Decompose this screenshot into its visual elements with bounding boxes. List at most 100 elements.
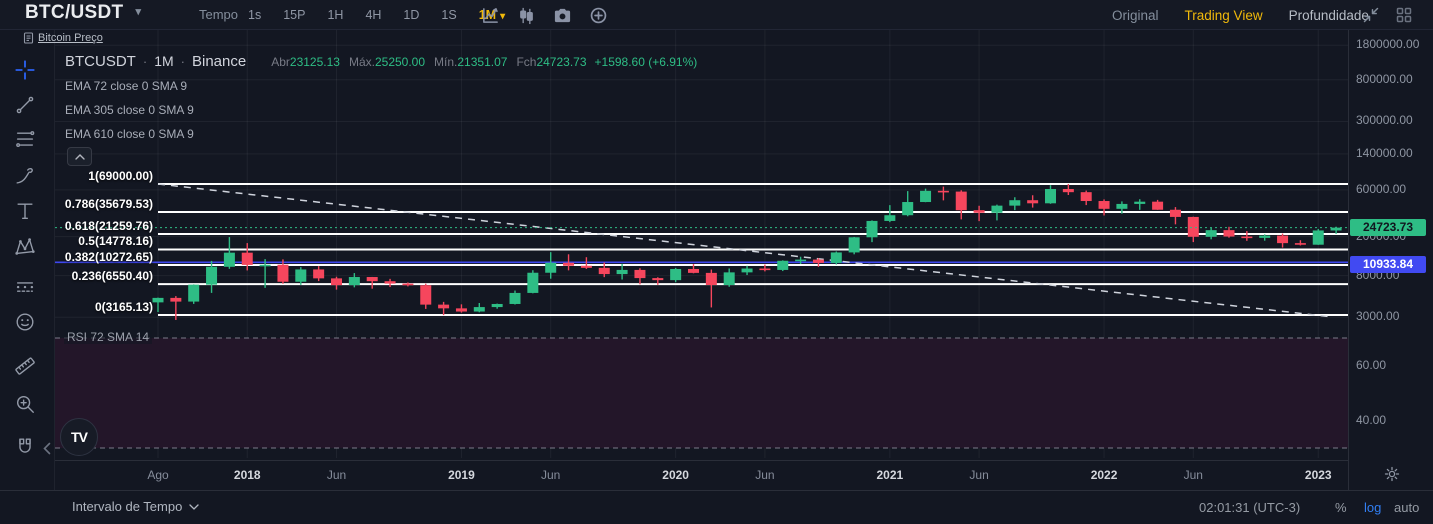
indicator-legend-ema305[interactable]: EMA 305 close 0 SMA 9 — [65, 103, 194, 117]
collapse-arrows-icon — [1363, 7, 1379, 23]
ohlc-label: Fch — [516, 55, 537, 69]
time-tick: 2022 — [1090, 468, 1118, 482]
rsi-tick: 40.00 — [1356, 412, 1387, 427]
chevron-down-icon — [189, 503, 199, 510]
rsi-band — [55, 338, 1348, 448]
time-tick: Ago — [147, 468, 169, 482]
view-tabs: Original Trading View Profundidade — [1112, 0, 1369, 30]
magnet-tool[interactable] — [13, 435, 37, 459]
trading-terminal: BTC/USDT ▾ Tempo 1s 15P 1H 4H 1D 1S 1M ▾ Origina… — [0, 0, 1433, 524]
time-interval-label: Intervalo de Tempo — [72, 499, 183, 514]
legend-change: +1598.60 (+6.91%) — [594, 55, 698, 69]
candlestick-style-button[interactable] — [517, 6, 536, 25]
layout-grid-button[interactable] — [1396, 7, 1412, 23]
legend-interval: 1M — [154, 53, 174, 69]
timeframe-button-4H[interactable]: 4H — [354, 8, 392, 22]
time-tick: Jun — [1183, 468, 1203, 482]
timeframe-button-1D[interactable]: 1D — [392, 8, 430, 22]
document-icon — [23, 32, 34, 44]
candles-icon — [520, 7, 533, 24]
current-price-tag: 24723.73 — [1350, 219, 1426, 236]
line-chart-icon — [483, 7, 498, 23]
percent-scale-toggle[interactable]: % — [1335, 500, 1347, 515]
screenshot-button[interactable] — [553, 6, 572, 25]
legend-ohlc: Abr 23125.13 Máx. 25250.00 Mín. 21351.07 Fch 24… — [262, 55, 586, 69]
indicator-legend-ema72[interactable]: EMA 72 close 0 SMA 9 — [65, 79, 187, 93]
chart-toolbar — [481, 0, 608, 30]
legend-collapse-button[interactable] — [67, 147, 92, 166]
chart-style-button[interactable] — [481, 6, 500, 25]
price-tick: 60000.00 — [1356, 181, 1407, 196]
window-controls — [1363, 0, 1412, 30]
chevron-down-icon: ▾ — [135, 6, 142, 18]
gear-icon — [1384, 466, 1400, 482]
trend-line-tool[interactable] — [13, 93, 37, 117]
ohlc-value: 25250.00 — [374, 55, 426, 69]
log-scale-toggle[interactable]: log — [1364, 500, 1381, 515]
timeframe-button-1S[interactable]: 1S — [430, 8, 467, 22]
chevron-left-icon — [43, 442, 51, 455]
crosshair-tool[interactable] — [13, 58, 37, 82]
brush-tool[interactable] — [13, 164, 37, 188]
legend-symbol: BTCUSDT — [65, 53, 136, 70]
ohlc-label: Mín. — [434, 55, 458, 69]
plus-circle-icon — [590, 7, 607, 23]
hide-drawings-chevron[interactable] — [43, 442, 51, 458]
ohlc-label: Máx. — [348, 55, 375, 69]
emoji-tool[interactable] — [13, 310, 37, 334]
legend-separator: · — [142, 54, 148, 69]
fib-retracement-tool[interactable] — [13, 128, 37, 152]
chart-legend[interactable]: BTCUSDT · 1M · Binance Abr 23125.13 Máx. 25… — [65, 53, 697, 70]
time-axis[interactable]: Ago 2018 Jun 2019 Jun 2020 Jun 2021 Jun 2022 Jun 20… — [55, 460, 1348, 490]
bitcoin-price-link[interactable]: Bitcoin Preço — [38, 32, 103, 44]
time-tick: Jun — [969, 468, 989, 482]
camera-icon — [554, 8, 571, 22]
clock[interactable]: 02:01:31 (UTC-3) — [1199, 500, 1300, 515]
indicator-legend-ema610[interactable]: EMA 610 close 0 SMA 9 — [65, 127, 194, 141]
price-tick: 300000.00 — [1356, 113, 1413, 128]
price-tick: 800000.00 — [1356, 71, 1413, 86]
add-indicator-button[interactable] — [589, 6, 608, 25]
symbol-subline: Bitcoin Preço — [23, 32, 103, 44]
chevron-up-icon — [74, 153, 85, 160]
time-interval-selector[interactable]: Intervalo de Tempo — [72, 499, 199, 514]
ohlc-label: Abr — [271, 55, 290, 69]
auto-scale-toggle[interactable]: auto — [1394, 500, 1419, 515]
ohlc-value: 23125.13 — [289, 55, 340, 69]
long-short-position-tool[interactable] — [13, 276, 37, 300]
time-tick: 2019 — [448, 468, 475, 482]
zoom-in-tool[interactable] — [13, 392, 37, 416]
topbar: BTC/USDT ▾ Tempo 1s 15P 1H 4H 1D 1S 1M ▾ Origina… — [0, 0, 1433, 30]
grid-icon — [1396, 7, 1412, 23]
tradingview-logo[interactable]: TV — [60, 418, 98, 456]
collapse-view-button[interactable] — [1363, 7, 1379, 23]
timeframe-button-1H[interactable]: 1H — [316, 8, 354, 22]
axis-settings-button[interactable] — [1384, 466, 1400, 485]
time-tick: Jun — [755, 468, 775, 482]
view-tab-original[interactable]: Original — [1112, 8, 1159, 23]
candles — [152, 183, 1342, 320]
time-tick: 2020 — [662, 468, 689, 482]
symbol-selector[interactable]: BTC/USDT ▾ — [25, 2, 141, 24]
time-tick: 2021 — [876, 468, 904, 482]
alert-line-price-tag: 10933.84 — [1350, 256, 1426, 273]
bottom-bar: Intervalo de Tempo 02:01:31 (UTC-3) % lo… — [0, 490, 1433, 524]
price-tick: 140000.00 — [1356, 145, 1413, 160]
view-tab-profundidade[interactable]: Profundidade — [1289, 8, 1369, 23]
text-tool[interactable] — [13, 199, 37, 223]
timeframe-button-1s[interactable]: 1s — [237, 8, 272, 22]
price-axis[interactable]: 24723.73 10933.84 1800000.00 800000.00 300… — [1348, 30, 1433, 490]
ruler-tool[interactable] — [13, 354, 37, 378]
view-tab-trading-view[interactable]: Trading View — [1185, 8, 1263, 23]
price-tick: 1800000.00 — [1356, 37, 1420, 52]
time-tick: Jun — [541, 468, 561, 482]
xabcd-pattern-tool[interactable] — [13, 235, 37, 259]
price-tick: 3000.00 — [1356, 309, 1400, 324]
symbol-name: BTC/USDT — [25, 2, 124, 23]
candlestick-chart[interactable] — [55, 30, 1348, 460]
timeframe-bar: 1s 15P 1H 4H 1D 1S 1M ▾ — [237, 0, 516, 30]
time-tick: Jun — [326, 468, 347, 482]
rsi-legend[interactable]: RSI 72 SMA 14 — [64, 330, 153, 344]
timeframe-button-15P[interactable]: 15P — [272, 8, 316, 22]
tempo-label: Tempo — [199, 7, 239, 22]
